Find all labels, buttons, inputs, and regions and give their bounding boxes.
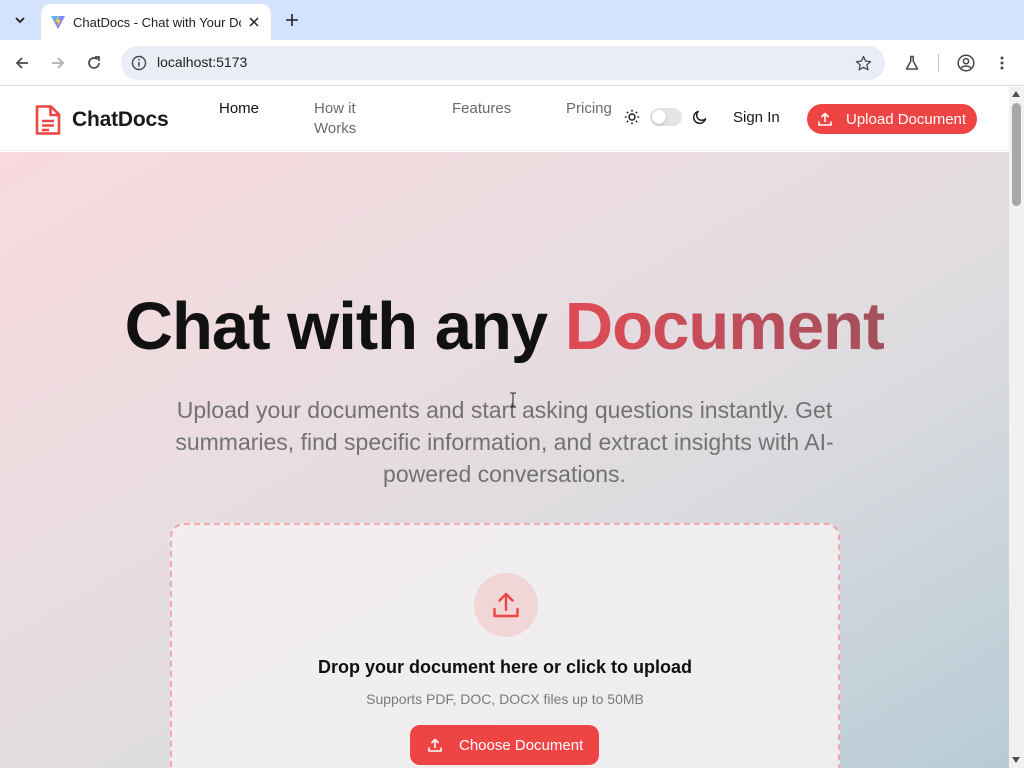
upload-dropzone[interactable]: Drop your document here or click to uplo… — [170, 523, 840, 768]
sun-icon — [624, 109, 640, 125]
moon-icon — [692, 110, 707, 125]
back-arrow-icon[interactable] — [10, 51, 34, 75]
tab-title: ChatDocs - Chat with Your Documents — [73, 14, 241, 30]
nav-how-it-works[interactable]: How it Works — [314, 99, 382, 139]
url-text: localhost:5173 — [157, 54, 248, 70]
hero-section: Chat with any Document Upload your docum… — [0, 152, 1009, 768]
theme-toggle — [624, 108, 708, 126]
browser-tabstrip: ChatDocs - Chat with Your Documents — [0, 0, 1024, 40]
upload-icon — [428, 738, 442, 752]
reload-icon[interactable] — [82, 51, 106, 75]
page-scrollbar[interactable] — [1009, 87, 1024, 768]
hero-title-part1: Chat with any — [124, 289, 565, 364]
browser-toolbar: localhost:5173 — [0, 40, 1024, 86]
hero-title: Chat with any Document — [0, 287, 1009, 367]
info-icon[interactable] — [129, 53, 149, 73]
browser-tab[interactable]: ChatDocs - Chat with Your Documents — [41, 4, 271, 40]
text-cursor-icon — [510, 392, 516, 408]
vite-favicon — [51, 15, 65, 29]
choose-document-button[interactable]: Choose Document — [410, 725, 599, 765]
scroll-up-arrow-icon[interactable] — [1012, 91, 1020, 97]
switch-knob — [652, 110, 666, 124]
labs-flask-icon[interactable] — [900, 51, 924, 75]
bookmark-star-icon[interactable] — [853, 53, 873, 73]
address-bar[interactable]: localhost:5173 — [121, 46, 885, 80]
toolbar-separator — [938, 54, 939, 72]
tab-close-icon[interactable] — [245, 13, 263, 31]
scrollbar-thumb[interactable] — [1012, 103, 1021, 206]
choose-button-label: Choose Document — [459, 736, 584, 754]
upload-icon — [493, 592, 519, 618]
dropzone-title: Drop your document here or click to uplo… — [317, 657, 693, 677]
nav-home[interactable]: Home — [219, 99, 259, 119]
hero-subtitle: Upload your documents and start asking q… — [175, 397, 834, 487]
more-vert-icon[interactable] — [990, 51, 1014, 75]
logo[interactable]: ChatDocs — [34, 104, 169, 136]
new-tab-plus-icon[interactable] — [281, 9, 303, 31]
page-viewport: ChatDocs Home How it Works Features Pric… — [0, 87, 1009, 768]
dark-mode-switch[interactable] — [650, 108, 682, 126]
nav-pricing[interactable]: Pricing — [566, 99, 612, 119]
document-logo-icon — [35, 105, 61, 135]
site-header: ChatDocs Home How it Works Features Pric… — [0, 87, 1009, 151]
upload-button-label: Upload Document — [846, 110, 967, 128]
logo-text: ChatDocs — [72, 108, 169, 131]
upload-document-button[interactable]: Upload Document — [807, 104, 977, 134]
nav-features[interactable]: Features — [452, 99, 511, 119]
hero-title-accent: Document — [564, 289, 886, 364]
tab-search-chevron-down-icon[interactable] — [8, 8, 32, 32]
dropzone-note: Supports PDF, DOC, DOCX files up to 50MB — [366, 691, 644, 707]
dropzone-icon-circle — [474, 573, 538, 637]
profile-icon[interactable] — [954, 51, 978, 75]
scroll-down-arrow-icon[interactable] — [1012, 757, 1020, 763]
sign-in-link[interactable]: Sign In — [733, 109, 780, 126]
forward-arrow-icon[interactable] — [46, 51, 70, 75]
upload-icon — [818, 112, 832, 126]
